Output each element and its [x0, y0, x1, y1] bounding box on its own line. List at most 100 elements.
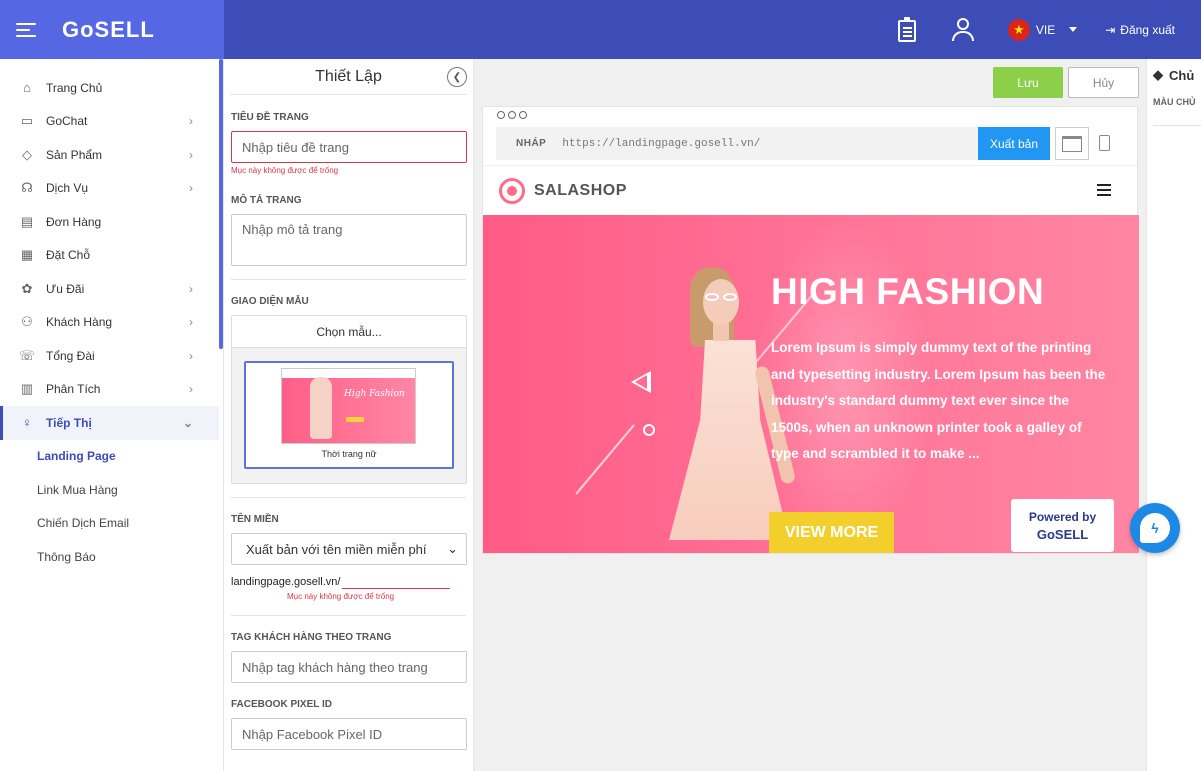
- vietnam-flag-icon: ★: [1007, 18, 1030, 41]
- logout-button[interactable]: ⇥ Đăng xuất: [1105, 23, 1175, 37]
- right-panel-header: ◆ Chủ: [1153, 67, 1194, 83]
- right-panel: ◆ Chủ MÀU CHỦ: [1146, 59, 1201, 771]
- sidebar-scrollbar[interactable]: [219, 59, 223, 349]
- marketing-submenu: Landing Page Link Mua Hàng Chiến Dịch Em…: [0, 440, 223, 574]
- template-name: Thời trang nữ: [321, 449, 377, 459]
- brand-area: GoSELL: [0, 0, 224, 59]
- domain-prefix: landingpage.gosell.vn/: [231, 576, 341, 588]
- bulb-icon: ♀: [22, 415, 32, 431]
- domain-error: Mục này không được để trống: [287, 592, 395, 601]
- preview-area: Lưu Hủy NHÁP https://landingpage.gosell.…: [474, 59, 1146, 771]
- sidebar-item-call-center[interactable]: ☏ Tổng Đài ›: [0, 339, 219, 373]
- view-more-button[interactable]: VIEW MORE: [769, 512, 894, 553]
- desktop-view-icon[interactable]: [1055, 127, 1089, 160]
- page-title-label: TIÊU ĐỀ TRANG: [231, 112, 309, 123]
- description-textarea[interactable]: Nhập mô tả trang: [231, 214, 467, 266]
- sidebar-item-label: Tiếp Thị: [46, 415, 92, 430]
- facebook-pixel-input[interactable]: Nhập Facebook Pixel ID: [231, 718, 467, 750]
- description-label: MÔ TẢ TRANG: [231, 195, 302, 206]
- customer-tag-input[interactable]: Nhập tag khách hàng theo trang: [231, 651, 467, 683]
- submenu-item-email-campaign[interactable]: Chiến Dịch Email: [0, 507, 223, 541]
- sidebar-menu: ⌂ Trang Chủ ▭ GoChat › ◇ Sản Phẩm › ☊ Dịch Vụ ›…: [0, 59, 223, 440]
- site-menu-icon[interactable]: [1097, 184, 1111, 196]
- hero-description: Lorem Ipsum is simply dummy text of the …: [771, 340, 1106, 462]
- sidebar: ⌂ Trang Chủ ▭ GoChat › ◇ Sản Phẩm › ☊ Dịch Vụ ›…: [0, 59, 224, 771]
- powered-by-logo: GoSELL: [1036, 526, 1089, 542]
- sidebar-item-services[interactable]: ☊ Dịch Vụ ›: [0, 172, 219, 206]
- mobile-view-icon[interactable]: [1097, 133, 1111, 153]
- logout-label: Đăng xuất: [1120, 22, 1175, 37]
- sidebar-item-promotions[interactable]: ✿ Ưu Đãi ›: [0, 272, 219, 306]
- powered-by-text: Powered by: [1028, 509, 1097, 524]
- sidebar-item-label: Phân Tích: [46, 382, 101, 397]
- logout-icon: ⇥: [1105, 22, 1116, 37]
- window-dots: [497, 111, 527, 119]
- chevron-right-icon: ›: [189, 348, 193, 363]
- collapse-panel-button[interactable]: ❮: [447, 67, 467, 87]
- sidebar-item-orders[interactable]: ▤ Đơn Hàng: [0, 205, 219, 239]
- hero-title: HIGH FASHION: [771, 271, 1045, 312]
- language-label: VIE: [1035, 22, 1056, 37]
- template-thumbnail: High Fashion: [281, 368, 416, 444]
- service-icon: ☊: [21, 180, 33, 196]
- url-bar: NHÁP https://landingpage.gosell.vn/: [496, 127, 1050, 160]
- sidebar-item-label: Dịch Vụ: [46, 181, 89, 196]
- sidebar-item-label: Trang Chủ: [46, 80, 103, 95]
- settings-panel: Thiết Lập ❮ TIÊU ĐỀ TRANG Nhập tiêu đề t…: [224, 59, 474, 771]
- sidebar-item-label: Khách Hàng: [46, 315, 113, 330]
- paint-bucket-icon: ◆: [1153, 67, 1163, 82]
- sidebar-item-home[interactable]: ⌂ Trang Chủ: [0, 71, 219, 105]
- chevron-right-icon: ›: [189, 382, 193, 397]
- chevron-down-icon: [1069, 27, 1078, 32]
- chat-icon: ▭: [20, 113, 34, 129]
- browser-preview: NHÁP https://landingpage.gosell.vn/ Xuất…: [482, 106, 1139, 554]
- domain-slug-input[interactable]: [342, 575, 451, 589]
- messenger-chat-button[interactable]: ϟ: [1130, 503, 1180, 553]
- language-selector[interactable]: ★ VIE: [1007, 18, 1078, 41]
- site-name: SALASHOP: [534, 181, 627, 199]
- sidebar-item-label: Đặt Chỗ: [46, 248, 91, 263]
- sidebar-item-label: Tổng Đài: [46, 348, 95, 363]
- hamburger-menu-icon[interactable]: [16, 22, 36, 37]
- clipboard-icon[interactable]: [896, 16, 918, 42]
- template-thumb-title: High Fashion: [344, 389, 405, 399]
- chart-icon: ▥: [20, 381, 34, 397]
- divider: [231, 615, 466, 616]
- chevron-right-icon: ›: [189, 181, 193, 196]
- primary-color-label: MÀU CHỦ: [1153, 97, 1196, 107]
- sidebar-item-products[interactable]: ◇ Sản Phẩm ›: [0, 138, 219, 172]
- save-button[interactable]: Lưu: [993, 67, 1063, 98]
- domain-select-value: Xuất bản với tên miền miễn phí: [246, 541, 427, 557]
- domain-select[interactable]: Xuất bản với tên miền miễn phí ⌄: [231, 533, 467, 565]
- gosell-logo[interactable]: GoSELL: [62, 17, 155, 43]
- facebook-pixel-label: FACEBOOK PIXEL ID: [231, 699, 332, 710]
- submenu-item-landing-page[interactable]: Landing Page: [0, 440, 223, 474]
- messenger-icon: ϟ: [1140, 513, 1170, 543]
- page-title-input[interactable]: Nhập tiêu đề trang: [231, 131, 467, 163]
- top-right-actions: ★ VIE ⇥ Đăng xuất: [896, 0, 1201, 59]
- powered-by-badge: Powered by GoSELL: [1011, 499, 1114, 552]
- sidebar-item-analytics[interactable]: ▥ Phân Tích ›: [0, 373, 219, 407]
- sidebar-item-booking[interactable]: ▦ Đặt Chỗ: [0, 239, 219, 273]
- customers-icon: ⚇: [21, 314, 33, 330]
- chevron-right-icon: ›: [189, 114, 193, 129]
- support-user-icon[interactable]: [951, 17, 974, 42]
- chevron-left-icon: ❮: [452, 71, 462, 83]
- cancel-button[interactable]: Hủy: [1068, 67, 1139, 98]
- template-card-womens-fashion[interactable]: High Fashion Thời trang nữ: [244, 361, 454, 469]
- settings-title: Thiết Lập: [315, 67, 382, 85]
- domain-row: landingpage.gosell.vn/: [231, 575, 466, 589]
- settings-header: Thiết Lập ❮: [230, 59, 467, 95]
- divider: [1153, 125, 1201, 126]
- sidebar-item-gochat[interactable]: ▭ GoChat ›: [0, 105, 219, 139]
- submenu-item-notifications[interactable]: Thông Báo: [0, 540, 223, 574]
- preview-url: https://landingpage.gosell.vn/: [562, 137, 761, 150]
- publish-button[interactable]: Xuất bản: [978, 127, 1050, 160]
- home-icon: ⌂: [23, 80, 31, 96]
- sidebar-item-marketing[interactable]: ♀ Tiếp Thị ⌄: [0, 406, 219, 440]
- submenu-item-buy-link[interactable]: Link Mua Hàng: [0, 473, 223, 507]
- chevron-down-icon: ⌄: [182, 415, 193, 430]
- sidebar-item-customers[interactable]: ⚇ Khách Hàng ›: [0, 306, 219, 340]
- customer-tag-label: TAG KHÁCH HÀNG THEO TRANG: [231, 632, 392, 643]
- choose-template-button[interactable]: Chọn mẫu...: [232, 316, 466, 348]
